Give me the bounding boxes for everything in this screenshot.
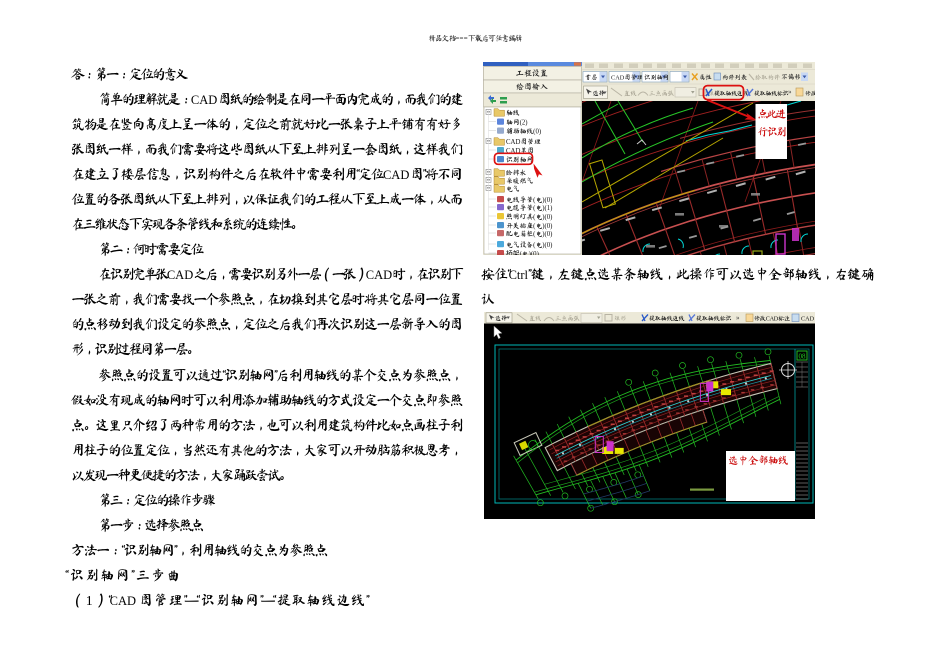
svg-text:首层: 首层 [585,73,598,80]
svg-text:选择: 选择 [495,315,507,323]
svg-text:电缆导管(电)(1): 电缆导管(电)(1) [506,204,552,212]
svg-text:选中全部轴线: 选中全部轴线 [728,455,789,466]
svg-text:提取轴线边线: 提取轴线边线 [649,316,684,323]
svg-text:CAD图管理: CAD图管理 [611,73,643,80]
svg-text:电气设备(电)(0): 电气设备(电)(0) [506,241,552,249]
svg-text:开关插座(电)(0): 开关插座(电)(0) [506,222,552,230]
svg-text:轴网(2): 轴网(2) [506,119,528,127]
svg-text:辅助轴线(0): 辅助轴线(0) [506,128,541,136]
svg-text:桥架(电)(0): 桥架(电)(0) [506,249,539,255]
svg-text:电气: 电气 [506,185,520,193]
svg-text:采暖燃气: 采暖燃气 [506,177,533,185]
svg-text:CAD: CAD [801,316,815,322]
svg-text:给排水: 给排水 [506,169,527,176]
svg-text:修改: 修改 [805,89,815,96]
svg-text:拾取构件: 拾取构件 [754,73,781,80]
svg-text:»: » [736,314,740,321]
svg-text:提取轴线标识: 提取轴线标识 [754,90,788,96]
svg-text:08: 08 [799,353,807,360]
svg-text:照明灯具(电)(0): 照明灯具(电)(0) [506,213,552,221]
svg-text:识别轴网: 识别轴网 [506,156,533,164]
svg-text:选择: 选择 [593,89,606,97]
svg-text:不偏移: 不偏移 [781,73,801,80]
svg-text:识别轴网: 识别轴网 [644,73,669,81]
svg-text:直线: 直线 [624,89,637,96]
svg-text:CAD图管理: CAD图管理 [506,138,541,146]
svg-text:矩形: 矩形 [614,316,626,322]
svg-text:绘图输入: 绘图输入 [516,82,548,91]
svg-text:提取轴线标识: 提取轴线标识 [696,316,731,323]
svg-text:构件列表: 构件列表 [722,73,748,81]
svg-text:三点画弧: 三点画弧 [649,89,675,96]
svg-text:工程设置: 工程设置 [516,69,548,77]
svg-text:»: » [788,88,792,95]
svg-text:轴线: 轴线 [506,109,520,116]
svg-text:行识别: 行识别 [758,127,786,138]
svg-text:点此进: 点此进 [758,109,787,120]
svg-text:修改CAD标注: 修改CAD标注 [754,315,790,323]
svg-text:属性: 属性 [699,73,712,80]
svg-text:直线: 直线 [529,316,541,322]
svg-text:电线导管(电)(0): 电线导管(电)(0) [506,196,552,204]
svg-text:三点画弧: 三点画弧 [555,316,581,322]
svg-text:配电箱柜(电)(0): 配电箱柜(电)(0) [506,230,552,238]
